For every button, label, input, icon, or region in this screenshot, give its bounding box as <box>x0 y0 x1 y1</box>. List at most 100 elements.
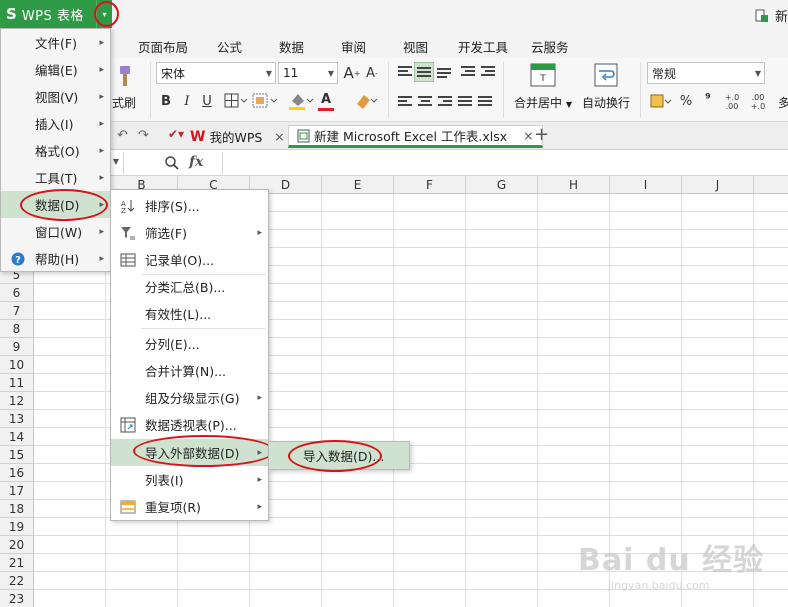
decrease-decimal-button[interactable]: .00 +.0 <box>748 92 768 112</box>
indent-decrease-icon[interactable] <box>461 66 475 78</box>
align-left-icon[interactable] <box>398 96 412 108</box>
row-header[interactable]: 17 <box>0 482 34 500</box>
menu-item-insert[interactable]: 插入(I) ▸ <box>1 110 110 137</box>
menu-item-consolidate[interactable]: 合并计算(N)... <box>111 357 268 384</box>
tab-data[interactable]: 数据 <box>279 37 304 56</box>
font-size-combo[interactable]: 11 ▼ <box>278 62 338 84</box>
menu-item-text-to-columns[interactable]: 分列(E)... <box>111 330 268 357</box>
new-tab-button[interactable]: + <box>534 124 549 145</box>
menu-item-label: 导入外部数据(D) <box>145 446 240 461</box>
menu-item-format[interactable]: 格式(O) ▸ <box>1 137 110 164</box>
menu-item-file[interactable]: 文件(F) ▸ <box>1 29 110 56</box>
row-header[interactable]: 18 <box>0 500 34 518</box>
currency-icon[interactable] <box>650 92 672 110</box>
tab-view[interactable]: 视图 <box>403 37 428 56</box>
tab-review[interactable]: 审阅 <box>341 37 366 56</box>
tab-my-wps[interactable]: W 我的WPS × <box>190 125 285 148</box>
underline-button[interactable]: U <box>199 92 215 110</box>
align-bottom-icon[interactable] <box>437 68 451 80</box>
font-color-button[interactable]: A <box>318 91 334 107</box>
distributed-icon[interactable] <box>478 96 492 108</box>
row-header[interactable]: 6 <box>0 284 34 302</box>
undo-icon[interactable]: ↶ <box>117 128 128 143</box>
row-header[interactable]: 14 <box>0 428 34 446</box>
ribbon-overflow-label[interactable]: 多 <box>778 94 788 111</box>
column-header[interactable]: J <box>682 176 754 194</box>
menu-item-list[interactable]: 列表(I) ▸ <box>111 466 268 493</box>
row-header[interactable]: 7 <box>0 302 34 320</box>
menu-item-duplicates[interactable]: 重复项(R) ▸ <box>111 493 268 520</box>
column-header[interactable]: F <box>394 176 466 194</box>
tab-formulas[interactable]: 公式 <box>217 37 242 56</box>
align-top-icon[interactable] <box>398 66 412 78</box>
close-icon[interactable]: × <box>274 129 284 144</box>
align-right-icon[interactable] <box>438 96 452 108</box>
format-painter-button[interactable]: 式刷 <box>112 94 136 111</box>
column-header[interactable]: G <box>466 176 538 194</box>
menu-item-window[interactable]: 窗口(W) ▸ <box>1 218 110 245</box>
row-header[interactable]: 10 <box>0 356 34 374</box>
column-header[interactable]: I <box>610 176 682 194</box>
fill-color-icon[interactable] <box>288 91 314 111</box>
column-header[interactable]: H <box>538 176 610 194</box>
row-header[interactable]: 23 <box>0 590 34 607</box>
zoom-search-icon[interactable] <box>164 155 180 171</box>
bold-button[interactable]: B <box>158 92 174 110</box>
menu-item-tools[interactable]: 工具(T) ▸ <box>1 164 110 191</box>
menu-item-validation[interactable]: 有效性(L)... <box>111 300 268 327</box>
menu-item-record-form[interactable]: 记录单(O)... <box>111 246 268 273</box>
menu-item-data[interactable]: 数据(D) ▸ <box>1 191 110 218</box>
comma-style-button[interactable]: ⁹ <box>702 91 714 107</box>
menu-item-view[interactable]: 视图(V) ▸ <box>1 83 110 110</box>
quick-access-dropdown-icon[interactable]: ✔▾ <box>168 127 184 141</box>
tab-cloud-services[interactable]: 云服务 <box>531 37 569 56</box>
percent-button[interactable]: % <box>679 93 693 109</box>
row-header[interactable]: 22 <box>0 572 34 590</box>
menu-item-import-external-data[interactable]: 导入外部数据(D) ▸ <box>111 439 268 466</box>
app-menu-dropdown-button[interactable]: ▾ <box>96 0 112 28</box>
row-header[interactable]: 19 <box>0 518 34 536</box>
row-header[interactable]: 20 <box>0 536 34 554</box>
merge-center-button[interactable]: 合并居中 ▼ <box>514 94 572 111</box>
menu-item-import-data[interactable]: 导入数据(D)... <box>269 442 409 469</box>
tab-developer[interactable]: 开发工具 <box>458 37 508 56</box>
clear-format-icon[interactable] <box>354 92 378 110</box>
menu-item-help[interactable]: ? 帮助(H) ▸ <box>1 245 110 272</box>
row-header[interactable]: 16 <box>0 464 34 482</box>
menu-item-pivot-table[interactable]: 数据透视表(P)... <box>111 411 268 438</box>
menu-item-edit[interactable]: 编辑(E) ▸ <box>1 56 110 83</box>
row-header[interactable]: 15 <box>0 446 34 464</box>
wrap-text-button[interactable]: 自动换行 <box>582 94 630 111</box>
menu-item-group-outline[interactable]: 组及分级显示(G) ▸ <box>111 384 268 411</box>
row-header[interactable]: 21 <box>0 554 34 572</box>
increase-decimal-button[interactable]: +.0 .00 <box>722 92 742 112</box>
tab-workbook[interactable]: 新建 Microsoft Excel 工作表.xlsx × <box>288 125 543 148</box>
row-header[interactable]: 11 <box>0 374 34 392</box>
wps-app-menu-button[interactable]: S WPS 表格 <box>0 0 96 28</box>
row-header[interactable]: 12 <box>0 392 34 410</box>
submenu-arrow-icon: ▸ <box>99 64 104 75</box>
indent-increase-icon[interactable] <box>481 66 495 78</box>
tab-page-layout[interactable]: 页面布局 <box>138 37 188 56</box>
borders-icon[interactable] <box>224 93 248 109</box>
grow-font-button[interactable]: A + <box>343 64 361 82</box>
number-format-combo[interactable]: 常规 ▼ <box>647 62 765 84</box>
insert-function-button[interactable]: fx <box>189 154 203 170</box>
font-name-combo[interactable]: 宋体 ▼ <box>156 62 276 84</box>
close-icon[interactable]: × <box>523 128 533 143</box>
column-header-k[interactable] <box>754 176 788 194</box>
align-center-icon[interactable] <box>418 96 432 108</box>
italic-button[interactable]: I <box>179 92 195 110</box>
menu-item-subtotal[interactable]: 分类汇总(B)... <box>111 273 268 300</box>
menu-item-sort[interactable]: AZ 排序(S)... <box>111 192 268 219</box>
row-header[interactable]: 9 <box>0 338 34 356</box>
row-header[interactable]: 13 <box>0 410 34 428</box>
row-header[interactable]: 8 <box>0 320 34 338</box>
fill-pattern-icon[interactable] <box>252 93 278 109</box>
formula-input[interactable] <box>222 152 788 174</box>
justify-icon[interactable] <box>458 96 472 108</box>
menu-item-filter[interactable]: 筛选(F) ▸ <box>111 219 268 246</box>
shrink-font-button[interactable]: A- <box>364 64 380 82</box>
redo-icon[interactable]: ↷ <box>138 128 149 143</box>
column-header[interactable]: E <box>322 176 394 194</box>
